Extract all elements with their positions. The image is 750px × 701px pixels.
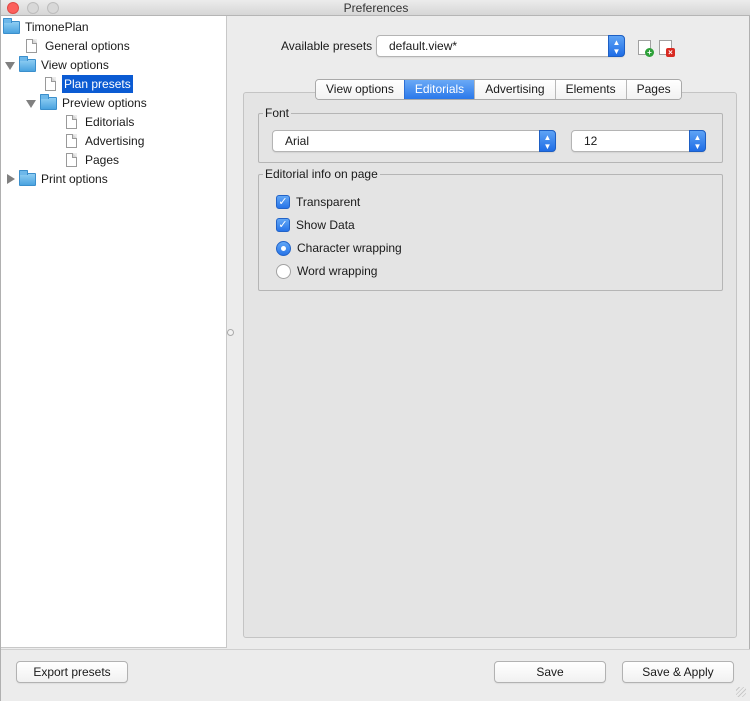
title-bar: Preferences — [1, 0, 750, 16]
tree-item-label: Editorials — [85, 115, 135, 129]
resize-grip-icon[interactable] — [736, 687, 746, 697]
tab-view-options[interactable]: View options — [316, 80, 404, 99]
radio-selected-icon — [276, 240, 291, 256]
tree-item-plan-presets[interactable]: Plan presets — [45, 75, 133, 93]
tree-item-label: View options — [41, 58, 109, 72]
transparent-checkbox[interactable]: ✓ Transparent — [276, 194, 360, 210]
word-wrapping-label: Word wrapping — [297, 264, 378, 278]
folder-icon — [19, 169, 36, 186]
dropdown-arrows-icon: ▲ ▼ — [689, 130, 706, 152]
preferences-tree: TimonePlan General options View options … — [1, 16, 227, 648]
font-family-value: Arial — [285, 134, 310, 148]
tab-elements[interactable]: Elements — [554, 80, 626, 99]
tree-item-label: Print options — [41, 172, 108, 186]
tab-advertising[interactable]: Advertising — [474, 80, 555, 99]
document-icon — [66, 134, 77, 148]
tree-item-label: TimonePlan — [25, 20, 89, 34]
checkmark-icon: ✓ — [276, 218, 290, 232]
available-presets-label: Available presets — [281, 39, 373, 53]
tree-item-label: Preview options — [62, 96, 147, 110]
tree-item-label: Pages — [85, 153, 120, 167]
disclosure-expanded-icon[interactable] — [26, 98, 36, 108]
tree-item-preview-options[interactable]: Preview options — [26, 93, 149, 112]
tree-item-label: Plan presets — [62, 75, 133, 93]
transparent-label: Transparent — [296, 195, 361, 209]
font-size-value: 12 — [584, 134, 598, 148]
tab-pages[interactable]: Pages — [625, 80, 681, 99]
dropdown-arrows-icon: ▲ ▼ — [608, 35, 625, 57]
document-icon — [26, 39, 37, 53]
new-preset-icon[interactable]: + — [638, 40, 654, 57]
tree-item-general-options[interactable]: General options — [26, 37, 132, 55]
tree-item-pages[interactable]: Pages — [66, 151, 121, 169]
settings-tabs: View options Editorials Advertising Elem… — [315, 79, 682, 100]
document-icon — [45, 77, 56, 91]
zoom-window-button[interactable] — [47, 2, 59, 14]
close-window-button[interactable] — [7, 2, 19, 14]
tree-item-label: Advertising — [85, 134, 145, 148]
document-icon — [66, 153, 77, 167]
character-wrapping-label: Character wrapping — [297, 241, 402, 255]
show-data-label: Show Data — [296, 218, 355, 232]
folder-open-icon — [19, 55, 36, 72]
save-button[interactable]: Save — [494, 661, 606, 683]
tree-item-label: General options — [45, 39, 130, 53]
presets-dropdown[interactable]: default.view* ▲ ▼ — [376, 35, 625, 57]
disclosure-collapsed-icon[interactable] — [5, 174, 15, 184]
font-size-dropdown[interactable]: 12 ▲ ▼ — [571, 130, 706, 152]
export-presets-button[interactable]: Export presets — [16, 661, 128, 683]
font-family-dropdown[interactable]: Arial ▲ ▼ — [272, 130, 556, 152]
disclosure-expanded-icon[interactable] — [5, 60, 15, 70]
dropdown-arrows-icon: ▲ ▼ — [539, 130, 556, 152]
character-wrapping-radio[interactable]: Character wrapping — [276, 240, 402, 256]
show-data-checkbox[interactable]: ✓ Show Data — [276, 217, 355, 233]
radio-unselected-icon — [276, 263, 291, 279]
preferences-window: Preferences TimonePlan General options V… — [0, 0, 750, 701]
folder-open-icon — [40, 93, 57, 110]
save-and-apply-button[interactable]: Save & Apply — [622, 661, 734, 683]
document-icon — [66, 115, 77, 129]
word-wrapping-radio[interactable]: Word wrapping — [276, 263, 377, 279]
presets-dropdown-value: default.view* — [389, 39, 458, 53]
window-title: Preferences — [343, 1, 409, 15]
checkmark-icon: ✓ — [276, 195, 290, 209]
minimize-window-button[interactable] — [27, 2, 39, 14]
tree-item-editorials[interactable]: Editorials — [66, 113, 136, 131]
split-pane-divider[interactable] — [227, 329, 234, 336]
editorial-info-group-title: Editorial info on page — [263, 167, 380, 181]
tree-item-print-options[interactable]: Print options — [5, 169, 110, 188]
font-group-title: Font — [263, 106, 292, 120]
tree-item-view-options[interactable]: View options — [5, 55, 111, 74]
folder-open-icon — [3, 17, 20, 34]
tree-item-advertising[interactable]: Advertising — [66, 132, 146, 150]
delete-preset-icon[interactable]: × — [659, 40, 675, 57]
tree-item-timoneplan[interactable]: TimonePlan — [3, 17, 91, 36]
tab-editorials[interactable]: Editorials — [403, 80, 475, 99]
